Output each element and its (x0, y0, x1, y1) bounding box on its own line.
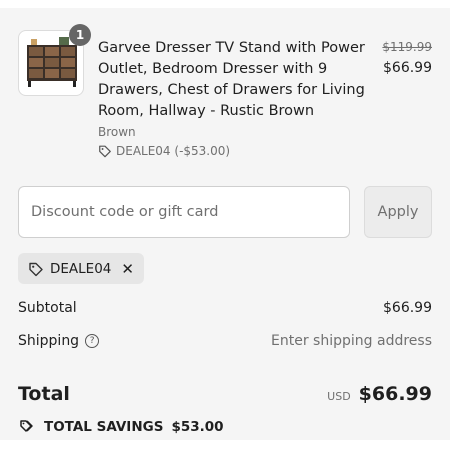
total-label: Total (18, 383, 70, 405)
shipping-value: Enter shipping address (271, 333, 432, 349)
product-thumbnail: 1 (18, 24, 91, 96)
quantity-badge: 1 (69, 24, 91, 46)
total-row: Total USD $66.99 (18, 383, 432, 405)
currency-code: USD (327, 390, 351, 403)
subtotal-label: Subtotal (18, 300, 77, 316)
subtotal-row: Subtotal $66.99 (18, 300, 432, 316)
shipping-label-group: Shipping ? (18, 333, 100, 349)
shipping-label: Shipping (18, 333, 80, 349)
applied-discount-chip: DEALE04 ✕ (18, 253, 144, 284)
discount-code-input[interactable] (18, 186, 350, 238)
apply-button[interactable]: Apply (364, 186, 432, 238)
tag-icon (99, 145, 111, 158)
tag-icon (29, 262, 43, 276)
current-price: $66.99 (383, 60, 432, 76)
original-price: $119.99 (382, 40, 432, 54)
subtotal-value: $66.99 (383, 300, 432, 316)
total-value: $66.99 (358, 383, 432, 405)
tags-icon (20, 420, 33, 432)
remove-discount-close-icon[interactable]: ✕ (121, 260, 134, 278)
help-icon[interactable]: ? (85, 334, 100, 348)
savings-label: TOTAL SAVINGS (44, 419, 164, 435)
item-discount: DEALE04 (-$53.00) (98, 144, 230, 158)
product-title: Garvee Dresser TV Stand with Power Outle… (98, 40, 365, 119)
total-amount: USD $66.99 (327, 383, 432, 405)
item-discount-label: DEALE04 (-$53.00) (116, 144, 231, 158)
product-variant: Brown (98, 125, 136, 139)
shipping-row: Shipping ? Enter shipping address (18, 333, 432, 349)
order-summary-panel: 1 Garvee Dresser TV Stand with Power Out… (0, 8, 450, 440)
total-savings: TOTAL SAVINGS $53.00 (18, 419, 224, 435)
savings-value: $53.00 (171, 419, 224, 435)
applied-discount-code: DEALE04 (50, 260, 112, 277)
